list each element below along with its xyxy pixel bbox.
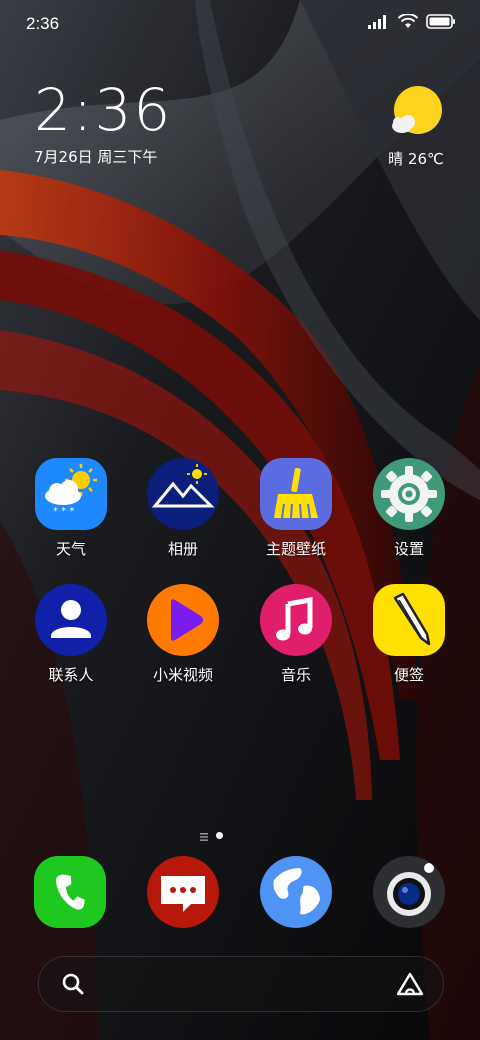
sun-cloud-icon — [388, 84, 444, 140]
app-notes[interactable]: 便签 — [359, 584, 459, 685]
music-note-icon — [260, 584, 332, 656]
gallery-icon — [147, 458, 219, 530]
app-label: 主题壁纸 — [265, 540, 326, 558]
weather-icon: * * * — [35, 458, 107, 530]
clock-widget[interactable]: 2:36 7月26日 周三下午 — [34, 78, 172, 167]
dock-phone[interactable] — [34, 856, 106, 928]
dock-messages[interactable] — [147, 856, 219, 928]
gear-icon — [373, 458, 445, 530]
status-icons — [368, 13, 456, 33]
app-contacts[interactable]: 联系人 — [21, 584, 121, 685]
app-themes[interactable]: 主题壁纸 — [246, 458, 346, 559]
camera-icon — [387, 863, 434, 916]
page-indicator-list-icon — [200, 826, 208, 845]
weather-widget[interactable]: 晴 26℃ — [386, 84, 446, 169]
svg-text:* * *: * * * — [53, 506, 74, 517]
app-label: 小米视频 — [152, 666, 213, 684]
app-label: 设置 — [393, 540, 424, 558]
dock-browser[interactable] — [260, 856, 332, 928]
wifi-icon — [397, 13, 419, 33]
page-indicator[interactable] — [200, 830, 240, 841]
clock-date: 7月26日 周三下午 — [34, 148, 158, 166]
broom-icon — [260, 458, 332, 530]
play-icon — [147, 584, 219, 656]
app-mi-video[interactable]: 小米视频 — [133, 584, 233, 685]
app-gallery[interactable]: 相册 — [133, 458, 233, 559]
dock-camera[interactable] — [373, 856, 445, 928]
page-indicator-dot-active — [216, 831, 223, 839]
search-icon — [61, 972, 85, 1000]
clock-time: 2:36 — [34, 76, 173, 144]
weather-text: 晴 26℃ — [388, 150, 444, 168]
signal-icon — [368, 14, 390, 33]
app-label: 联系人 — [48, 666, 94, 684]
app-label: 音乐 — [280, 666, 311, 684]
assistant-icon[interactable] — [395, 971, 425, 1001]
globe-icon — [268, 864, 324, 920]
app-settings[interactable]: 设置 — [359, 458, 459, 559]
app-label: 相册 — [167, 540, 198, 558]
status-bar: 2:36 — [0, 0, 480, 48]
battery-icon — [426, 14, 456, 33]
message-icon — [161, 876, 205, 912]
search-bar[interactable] — [38, 956, 444, 1012]
status-time: 2:36 — [26, 14, 60, 33]
app-label: 便签 — [393, 666, 424, 684]
app-weather[interactable]: * * * 天气 — [21, 458, 121, 559]
app-label: 天气 — [55, 540, 86, 558]
phone-icon — [55, 874, 85, 910]
contacts-icon — [35, 584, 107, 656]
app-music[interactable]: 音乐 — [246, 584, 346, 685]
pencil-icon — [373, 584, 445, 656]
